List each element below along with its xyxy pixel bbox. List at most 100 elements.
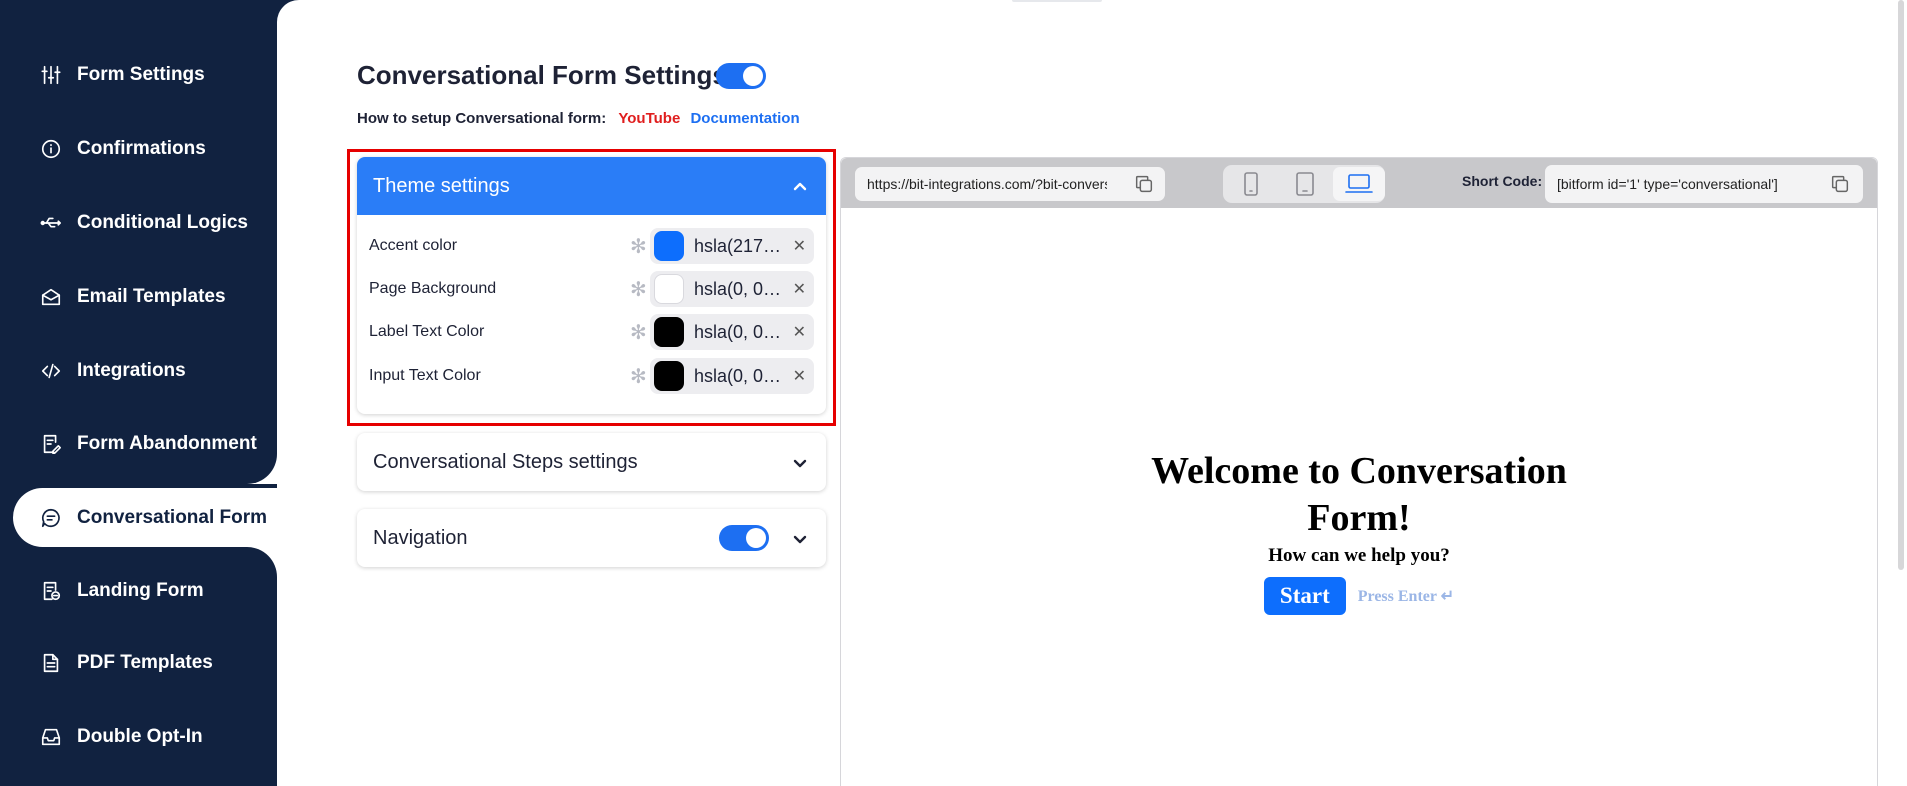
short-code-value: [bitform id='1' type='conversational'] bbox=[1557, 176, 1778, 192]
sidebar-item-label: Form Abandonment bbox=[77, 432, 257, 454]
copy-icon[interactable] bbox=[1133, 173, 1155, 195]
clear-icon[interactable]: ✕ bbox=[793, 279, 806, 299]
toggle-knob bbox=[743, 66, 763, 86]
sidebar-item-pdf-templates[interactable]: PDF Templates bbox=[13, 633, 277, 692]
navigation-header[interactable]: Navigation bbox=[357, 509, 826, 567]
accent-color-row: Accent color ✻ hsla(217, 100%, 50%, 100)… bbox=[369, 228, 814, 264]
sidebar-item-landing-form[interactable]: Landing Form bbox=[13, 561, 277, 620]
welcome-subtitle: How can we help you? bbox=[1268, 545, 1450, 566]
sidebar-item-conditional-logics[interactable]: Conditional Logics bbox=[13, 193, 277, 252]
input-text-color-row: Input Text Color ✻ hsla(0, 0%, 0%, 100) … bbox=[369, 358, 814, 394]
page-background-row: Page Background ✻ hsla(0, 0%, 100%, 100)… bbox=[369, 271, 814, 307]
sidebar-item-label: Integrations bbox=[77, 359, 186, 381]
color-picker[interactable]: hsla(0, 0%, 0%, 100) ✕ bbox=[650, 314, 814, 350]
scrollbar-thumb[interactable] bbox=[1898, 0, 1904, 570]
sidebar: Form Settings Confirmations Conditional … bbox=[0, 0, 277, 786]
color-value: hsla(0, 0%, 0%, 100) bbox=[694, 321, 786, 342]
theme-settings-title: Theme settings bbox=[373, 174, 510, 197]
info-icon bbox=[39, 137, 63, 161]
toggle-knob bbox=[746, 528, 766, 548]
sidebar-item-conversational-form[interactable]: Conversational Form bbox=[13, 488, 277, 547]
theme-settings-header[interactable]: Theme settings bbox=[357, 157, 826, 215]
asterisk-icon[interactable]: ✻ bbox=[630, 277, 647, 302]
start-row: Start Press Enter ↵ bbox=[841, 577, 1877, 615]
color-value: hsla(0, 0%, 100%, 100) bbox=[694, 278, 786, 299]
color-swatch[interactable] bbox=[654, 231, 684, 261]
color-picker[interactable]: hsla(217, 100%, 50%, 100) ✕ bbox=[650, 228, 814, 264]
sidebar-item-email-templates[interactable]: Email Templates bbox=[13, 267, 277, 326]
file-edit-icon bbox=[39, 432, 63, 456]
asterisk-icon[interactable]: ✻ bbox=[630, 320, 647, 345]
conversational-form-toggle[interactable] bbox=[716, 63, 766, 89]
sidebar-item-form-abandonment[interactable]: Form Abandonment bbox=[13, 414, 277, 473]
sidebar-item-form-settings[interactable]: Form Settings bbox=[13, 45, 277, 104]
sidebar-item-double-opt-in[interactable]: Double Opt-In bbox=[13, 707, 277, 766]
sidebar-item-label: Conditional Logics bbox=[77, 211, 248, 233]
inbox-icon bbox=[39, 725, 63, 749]
short-code-field[interactable]: [bitform id='1' type='conversational'] bbox=[1545, 165, 1863, 203]
short-code-label: Short Code: bbox=[1462, 173, 1543, 189]
document-icon bbox=[39, 651, 63, 675]
label-text-color-row: Label Text Color ✻ hsla(0, 0%, 0%, 100) … bbox=[369, 314, 814, 350]
press-enter-hint: Press Enter ↵ bbox=[1357, 588, 1455, 605]
tablet-device-icon[interactable] bbox=[1279, 167, 1331, 201]
color-label: Input Text Color bbox=[369, 367, 481, 384]
main-content: Conversational Form Settings How to setu… bbox=[277, 0, 1907, 786]
top-handle bbox=[1012, 0, 1102, 2]
sidebar-item-label: Double Opt-In bbox=[77, 725, 203, 747]
navigation-panel: Navigation bbox=[357, 509, 826, 567]
youtube-link[interactable]: YouTube bbox=[618, 110, 680, 127]
clear-icon[interactable]: ✕ bbox=[793, 236, 806, 256]
sidebar-item-confirmations[interactable]: Confirmations bbox=[13, 119, 277, 178]
sidebar-item-integrations[interactable]: Integrations bbox=[13, 341, 277, 400]
preview-url[interactable]: https://bit-integrations.com/?bit-conver… bbox=[855, 167, 1165, 201]
welcome-section: Welcome to Conversation Form! How can we… bbox=[841, 448, 1877, 615]
code-icon bbox=[39, 359, 63, 383]
color-value: hsla(217, 100%, 50%, 100) bbox=[694, 235, 786, 256]
sidebar-item-label: Landing Form bbox=[77, 579, 204, 601]
asterisk-icon[interactable]: ✻ bbox=[630, 364, 647, 389]
color-label: Label Text Color bbox=[369, 323, 485, 340]
usb-icon bbox=[39, 211, 63, 235]
file-link-icon bbox=[39, 579, 63, 603]
howto-line: How to setup Conversational form: YouTub… bbox=[357, 110, 800, 127]
sidebar-item-label: Conversational Form bbox=[77, 506, 268, 528]
laptop-device-icon[interactable] bbox=[1333, 167, 1385, 201]
sliders-icon bbox=[39, 63, 63, 87]
sidebar-item-label: Confirmations bbox=[77, 137, 206, 159]
copy-icon[interactable] bbox=[1829, 173, 1851, 195]
chevron-down-icon bbox=[792, 530, 808, 546]
sidebar-item-label: Email Templates bbox=[77, 285, 226, 307]
color-value: hsla(0, 0%, 0%, 100) bbox=[694, 365, 786, 386]
steps-settings-panel: Conversational Steps settings bbox=[357, 433, 826, 491]
sidebar-item-label: PDF Templates bbox=[77, 651, 213, 673]
steps-settings-title: Conversational Steps settings bbox=[373, 450, 638, 473]
sidebar-item-label: Form Settings bbox=[77, 63, 205, 85]
page-title: Conversational Form Settings bbox=[357, 60, 727, 90]
color-label: Page Background bbox=[369, 280, 497, 297]
color-swatch[interactable] bbox=[654, 274, 684, 304]
start-button[interactable]: Start bbox=[1263, 577, 1346, 615]
navigation-toggle[interactable] bbox=[719, 525, 769, 551]
chat-icon bbox=[39, 506, 63, 530]
preview-frame: https://bit-integrations.com/?bit-conver… bbox=[840, 157, 1878, 786]
color-picker[interactable]: hsla(0, 0%, 100%, 100) ✕ bbox=[650, 271, 814, 307]
asterisk-icon[interactable]: ✻ bbox=[630, 234, 647, 259]
color-swatch[interactable] bbox=[654, 361, 684, 391]
steps-settings-header[interactable]: Conversational Steps settings bbox=[357, 433, 826, 491]
documentation-link[interactable]: Documentation bbox=[690, 110, 799, 127]
navigation-title: Navigation bbox=[373, 526, 468, 549]
mobile-device-icon[interactable] bbox=[1225, 167, 1277, 201]
howto-label: How to setup Conversational form: bbox=[357, 110, 607, 127]
theme-settings-panel: Theme settings Accent color ✻ hsla(217, … bbox=[357, 157, 826, 414]
welcome-title: Welcome to Conversation Form! bbox=[1151, 450, 1567, 539]
mail-open-icon bbox=[39, 285, 63, 309]
preview-toolbar: https://bit-integrations.com/?bit-conver… bbox=[841, 158, 1877, 208]
chevron-down-icon bbox=[792, 454, 808, 470]
color-picker[interactable]: hsla(0, 0%, 0%, 100) ✕ bbox=[650, 358, 814, 394]
preview-url-text: https://bit-integrations.com/?bit-conver… bbox=[867, 176, 1107, 192]
clear-icon[interactable]: ✕ bbox=[793, 366, 806, 386]
clear-icon[interactable]: ✕ bbox=[793, 322, 806, 342]
chevron-up-icon bbox=[792, 178, 808, 194]
color-swatch[interactable] bbox=[654, 317, 684, 347]
